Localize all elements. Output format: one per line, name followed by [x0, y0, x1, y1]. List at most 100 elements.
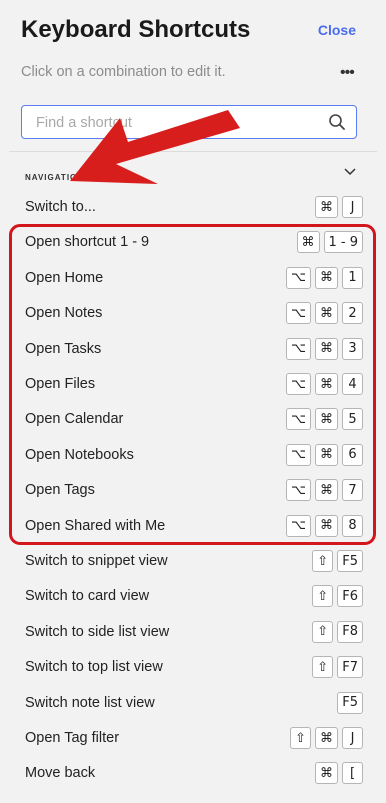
key-cap[interactable]: ⌥	[286, 479, 311, 502]
key-cap[interactable]: [	[342, 762, 363, 785]
key-combination[interactable]: ⌥ ⌘ 1	[286, 266, 363, 289]
shortcut-row[interactable]: Open Calendar ⌥ ⌘ 5	[25, 404, 363, 434]
shortcut-row[interactable]: Switch to top list view ⇧ F7	[25, 652, 363, 682]
key-combination[interactable]: ⇧ F5	[312, 550, 363, 572]
key-cap[interactable]: ⌥	[286, 514, 311, 537]
key-cap[interactable]: F7	[337, 656, 363, 679]
key-cap[interactable]: ⌘	[296, 231, 320, 254]
key-cap[interactable]: ⌥	[286, 408, 311, 431]
key-combination[interactable]: ⌥ ⌘ 6	[286, 443, 363, 466]
shortcut-row[interactable]: Open Shared with Me ⌥ ⌘ 8	[25, 511, 363, 541]
key-cap[interactable]: ⌥	[286, 302, 311, 325]
key-cap[interactable]: ⇧	[312, 620, 334, 643]
shortcut-label: Move back	[25, 765, 96, 782]
shortcut-label: Open Calendar	[25, 411, 124, 428]
key-combination[interactable]: ⌥ ⌘ 8	[286, 514, 363, 537]
shortcut-row[interactable]: Open Files ⌥ ⌘ 4	[25, 369, 363, 399]
shortcut-row[interactable]: Switch to... ⌘ J	[25, 192, 363, 222]
key-cap[interactable]: ⇧	[290, 727, 311, 749]
header: Keyboard Shortcuts Close	[21, 16, 386, 46]
key-combination[interactable]: ⌥ ⌘ 2	[286, 302, 363, 325]
shortcut-label: Switch to...	[25, 199, 96, 215]
shortcut-label: Open Tasks	[25, 340, 102, 357]
key-combination[interactable]: ⇧ F7	[312, 656, 363, 679]
key-cap[interactable]: ⌘	[315, 266, 338, 289]
key-cap[interactable]: ⌘	[315, 337, 338, 360]
key-cap[interactable]: ⌘	[315, 762, 338, 785]
key-cap[interactable]: ⌘	[315, 443, 338, 466]
shortcut-row[interactable]: Switch note list view F5	[25, 688, 363, 718]
close-button[interactable]: Close	[318, 22, 356, 38]
key-cap[interactable]: 5	[342, 408, 363, 431]
search-input[interactable]	[34, 112, 318, 134]
search-box[interactable]	[21, 105, 357, 139]
key-cap[interactable]: 3	[342, 337, 363, 360]
shortcut-row[interactable]: Move back ⌘[	[25, 758, 363, 788]
shortcut-row[interactable]: Open Tags ⌥ ⌘ 7	[25, 475, 363, 505]
shortcut-label: Open Files	[25, 376, 96, 392]
key-cap[interactable]: F8	[337, 620, 363, 643]
chevron-down-icon[interactable]	[344, 167, 356, 177]
key-cap[interactable]: ⌘	[315, 196, 338, 218]
key-cap[interactable]: ⌘	[315, 408, 338, 431]
key-combination[interactable]: F5	[337, 691, 363, 714]
key-cap[interactable]: 4	[342, 373, 363, 395]
key-combination[interactable]: ⌘ J	[315, 196, 363, 218]
key-combination[interactable]: ⌘[	[315, 762, 363, 785]
more-options-icon[interactable]: •••	[340, 65, 355, 81]
shortcut-row[interactable]: Open Notes ⌥ ⌘ 2	[25, 298, 363, 328]
shortcut-row[interactable]: Open Home ⌥ ⌘ 1	[25, 263, 363, 293]
key-cap[interactable]: ⌥	[286, 443, 311, 466]
key-cap[interactable]: ⌘	[315, 727, 338, 749]
key-combination[interactable]: ⌥ ⌘ 4	[286, 373, 363, 395]
key-cap[interactable]: F5	[337, 691, 363, 714]
shortcut-label: Switch note list view	[25, 694, 155, 711]
key-cap[interactable]: 8	[342, 514, 363, 537]
key-cap[interactable]: ⇧	[312, 656, 334, 679]
shortcut-row[interactable]: Switch to snippet view ⇧ F5	[25, 546, 363, 576]
shortcut-row[interactable]: Open shortcut 1 - 9 ⌘ 1 - 9	[25, 227, 363, 257]
key-cap[interactable]: 7	[342, 479, 363, 502]
key-combination[interactable]: ⌥ ⌘ 3	[286, 337, 363, 360]
shortcut-row[interactable]: Open Notebooks ⌥ ⌘ 6	[25, 440, 363, 470]
key-cap[interactable]: ⇧	[312, 585, 334, 608]
shortcut-label: Open Tags	[25, 482, 95, 499]
key-cap[interactable]: 6	[342, 443, 363, 466]
key-combination[interactable]: ⇧ ⌘ J	[290, 727, 363, 749]
key-combination[interactable]: ⇧ F8	[312, 620, 363, 643]
key-cap[interactable]: J	[342, 727, 363, 749]
key-cap[interactable]: 1	[342, 266, 363, 289]
key-cap[interactable]: ⌥	[286, 373, 311, 395]
key-cap[interactable]: ⇧	[312, 550, 334, 572]
shortcut-row[interactable]: Open Tasks ⌥ ⌘ 3	[25, 334, 363, 364]
shortcut-row[interactable]: Switch to side list view ⇧ F8	[25, 617, 363, 647]
key-cap[interactable]: F5	[337, 550, 363, 572]
shortcut-row[interactable]: Open Tag filter ⇧ ⌘ J	[25, 723, 363, 753]
key-combination[interactable]: ⌘ 1 - 9	[296, 231, 363, 254]
key-cap[interactable]: 2	[342, 302, 363, 325]
key-cap[interactable]: ⌘	[315, 373, 338, 395]
shortcut-label: Open Shared with Me	[25, 517, 166, 534]
shortcut-row[interactable]: Switch to card view ⇧ F6	[25, 581, 363, 611]
key-cap[interactable]: ⌥	[286, 337, 311, 360]
shortcut-label: Open Notes	[25, 305, 103, 322]
shortcut-label: Switch to side list view	[25, 623, 170, 640]
key-cap[interactable]: ⌘	[315, 479, 338, 502]
key-cap[interactable]: 1 - 9	[323, 231, 363, 254]
key-cap[interactable]: ⌘	[315, 514, 338, 537]
shortcut-label: Open Notebooks	[25, 446, 134, 463]
shortcut-label: Switch to top list view	[25, 659, 163, 676]
shortcut-label: Open shortcut 1 - 9	[25, 234, 150, 251]
key-cap[interactable]: F6	[337, 585, 363, 608]
section-label: NAVIGATION	[25, 173, 85, 182]
key-combination[interactable]: ⇧ F6	[312, 585, 363, 608]
key-cap[interactable]: ⌥	[286, 266, 311, 289]
shortcut-label: Open Tag filter	[25, 730, 120, 746]
key-combination[interactable]: ⌥ ⌘ 7	[286, 479, 363, 502]
key-combination[interactable]: ⌥ ⌘ 5	[286, 408, 363, 431]
key-cap[interactable]: ⌘	[315, 302, 338, 325]
section-header[interactable]: NAVIGATION	[25, 167, 360, 182]
shortcut-label: Switch to snippet view	[25, 553, 168, 569]
search-icon[interactable]	[328, 113, 346, 131]
key-cap[interactable]: J	[342, 196, 363, 218]
